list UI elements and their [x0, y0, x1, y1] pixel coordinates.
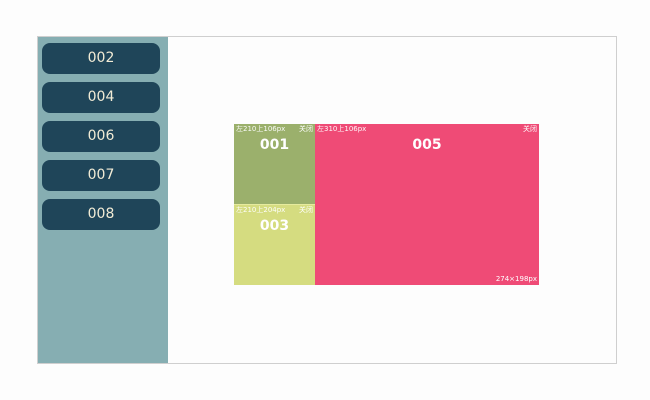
panel-close-button[interactable]: 关闭	[523, 125, 537, 134]
sidebar-button-004[interactable]: 004	[42, 82, 160, 113]
panel-close-button[interactable]: 关闭	[299, 125, 313, 134]
panel-size-label: 274×198px	[495, 275, 537, 283]
app-frame: 002 004 006 007 008 左210上106px 关闭 001 左2…	[37, 36, 617, 364]
panel-title: 005	[412, 137, 442, 153]
panel-005[interactable]: 左310上106px 关闭 005 274×198px	[315, 124, 539, 285]
panel-position-label: 左210上106px	[236, 125, 286, 133]
panel-003[interactable]: 左210上204px 关闭 003	[234, 204, 315, 285]
sidebar-button-006[interactable]: 006	[42, 121, 160, 152]
panel-position-label: 左210上204px	[236, 206, 286, 214]
panel-close-button[interactable]: 关闭	[299, 206, 313, 215]
panel-001[interactable]: 左210上106px 关闭 001	[234, 124, 315, 204]
panel-title: 003	[259, 218, 290, 234]
sidebar-button-007[interactable]: 007	[42, 160, 160, 191]
sidebar: 002 004 006 007 008	[38, 37, 168, 363]
panel-position-label: 左310上106px	[317, 125, 367, 133]
sidebar-button-008[interactable]: 008	[42, 199, 160, 230]
sidebar-button-002[interactable]: 002	[42, 43, 160, 74]
workspace: 左210上106px 关闭 001 左210上204px 关闭 003 左310…	[168, 37, 616, 363]
panel-title: 001	[259, 137, 290, 153]
